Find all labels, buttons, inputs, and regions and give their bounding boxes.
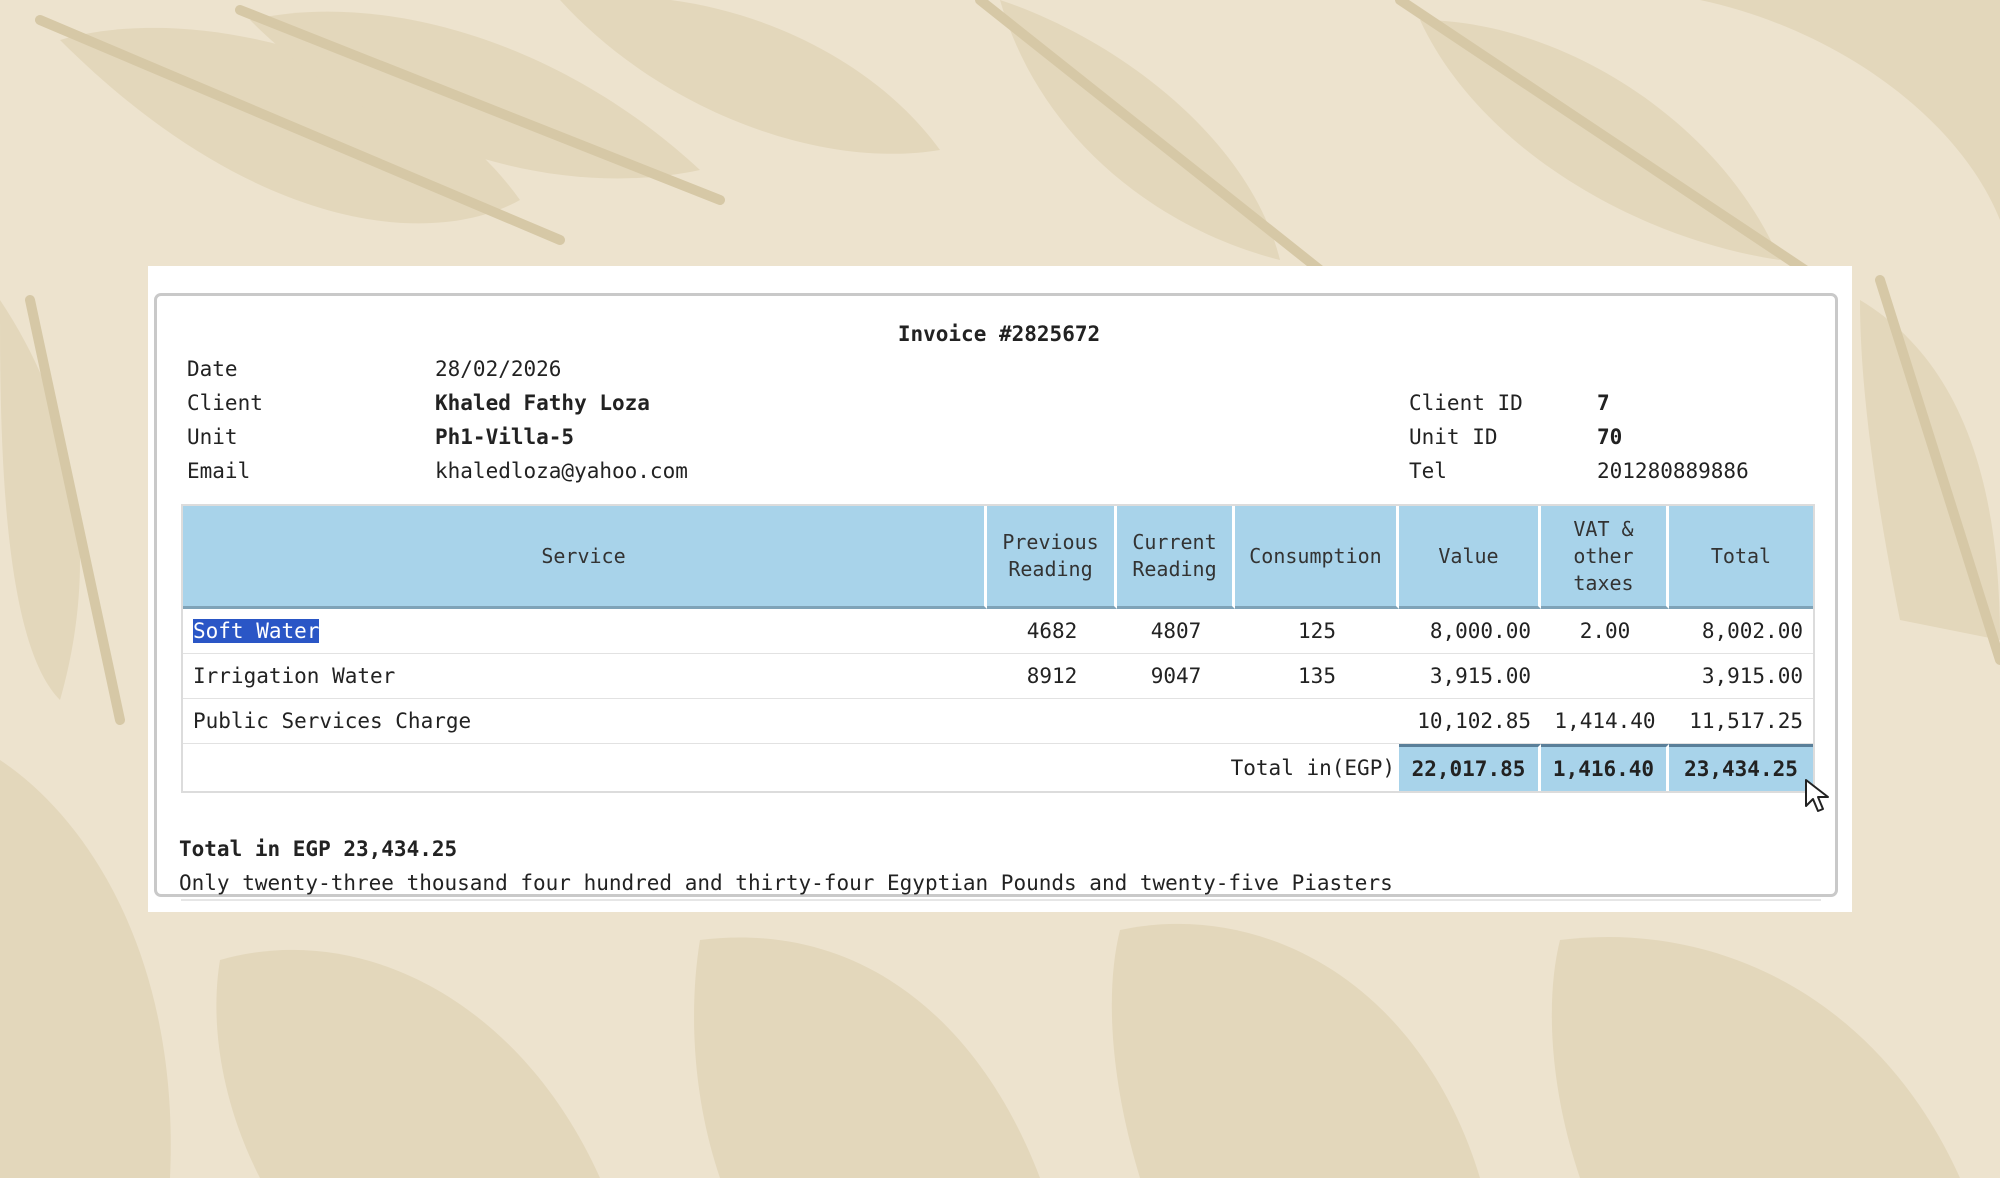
table-header-row: Service Previous Reading Current Reading C… [183, 506, 1813, 609]
invoice-items-table: Service Previous Reading Current Reading C… [181, 504, 1815, 793]
header-value: Value [1399, 506, 1541, 609]
unit-label: Unit [187, 425, 238, 449]
row-consumption: 125 [1235, 609, 1399, 654]
totals-vat: 1,416.40 [1541, 744, 1669, 791]
mouse-pointer-icon [1805, 779, 1829, 812]
unit-id-label: Unit ID [1409, 425, 1498, 449]
totals-row: Total in(EGP) 22,017.85 1,416.40 23,434.… [183, 744, 1813, 791]
table-row: Soft Water 4682 4807 125 8,000.00 2.00 8… [183, 609, 1813, 654]
row-vat: 2.00 [1541, 609, 1669, 654]
header-consumption: Consumption [1235, 506, 1399, 609]
client-value: Khaled Fathy Loza [435, 391, 650, 415]
row-consumption: 135 [1235, 654, 1399, 699]
amount-in-words: Only twenty-three thousand four hundred … [179, 871, 1393, 895]
email-label: Email [187, 459, 251, 483]
row-previous: 8912 [987, 654, 1117, 699]
row-consumption [1235, 699, 1399, 744]
row-total: 3,915.00 [1669, 654, 1813, 699]
header-current-reading: Current Reading [1117, 506, 1235, 609]
row-previous [987, 699, 1117, 744]
row-service: Public Services Charge [183, 699, 987, 744]
row-vat: 1,414.40 [1541, 699, 1669, 744]
date-value: 28/02/2026 [435, 357, 562, 381]
header-previous-reading: Previous Reading [987, 506, 1117, 609]
row-previous: 4682 [987, 609, 1117, 654]
totals-label: Total in(EGP) [1230, 755, 1395, 780]
tel-value: 201280889886 [1597, 459, 1749, 483]
row-total: 11,517.25 [1669, 699, 1813, 744]
row-total: 8,002.00 [1669, 609, 1813, 654]
row-service: Irrigation Water [183, 654, 987, 699]
client-id-value: 7 [1597, 391, 1610, 415]
invoice-card: Invoice #2825672 Date 28/02/2026 Client … [148, 266, 1852, 912]
unit-id-value: 70 [1597, 425, 1623, 449]
invoice-frame: Invoice #2825672 Date 28/02/2026 Client … [154, 293, 1838, 901]
email-value[interactable]: khaledloza@yahoo.com [435, 458, 688, 484]
header-service: Service [183, 506, 987, 609]
divider [181, 899, 1821, 901]
row-value: 8,000.00 [1399, 609, 1541, 654]
header-total: Total [1669, 506, 1813, 609]
row-current [1117, 699, 1235, 744]
header-vat: VAT & other taxes [1541, 506, 1669, 609]
row-current: 9047 [1117, 654, 1235, 699]
client-id-label: Client ID [1409, 391, 1523, 415]
totals-total: 23,434.25 [1669, 744, 1813, 791]
table-row: Public Services Charge 10,102.85 1,414.4… [183, 699, 1813, 744]
unit-value: Ph1-Villa-5 [435, 425, 575, 449]
row-vat [1541, 654, 1669, 699]
row-value: 10,102.85 [1399, 699, 1541, 744]
row-service[interactable]: Soft Water [183, 609, 987, 654]
date-label: Date [187, 357, 238, 381]
client-label: Client [187, 391, 263, 415]
selected-text[interactable]: Soft Water [193, 619, 320, 643]
row-value: 3,915.00 [1399, 654, 1541, 699]
table-row: Irrigation Water 8912 9047 135 3,915.00 … [183, 654, 1813, 699]
totals-value: 22,017.85 [1399, 744, 1541, 791]
invoice-title: Invoice #2825672 [897, 322, 1101, 346]
tel-label: Tel [1409, 459, 1447, 483]
row-current: 4807 [1117, 609, 1235, 654]
total-in-egp: Total in EGP 23,434.25 [179, 837, 458, 861]
